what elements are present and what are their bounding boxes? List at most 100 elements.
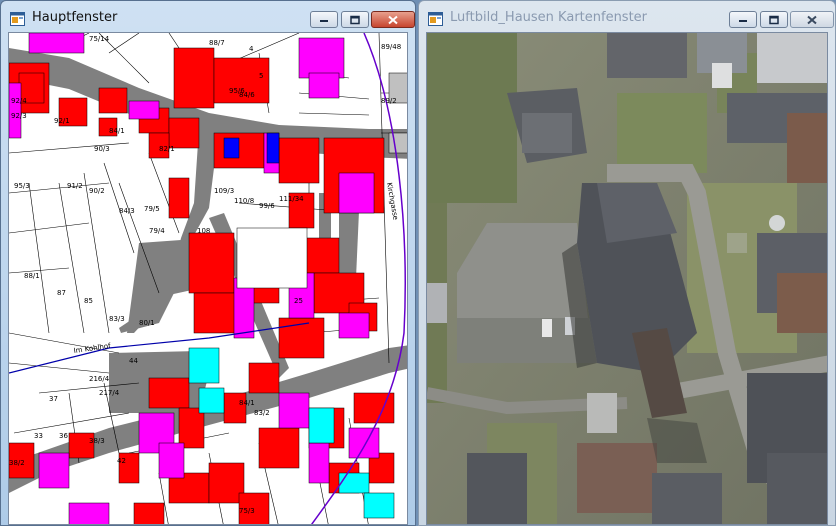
- building: [38, 452, 70, 489]
- close-button[interactable]: [371, 11, 415, 28]
- building: [148, 377, 190, 409]
- parcel-label: 83/3: [109, 315, 125, 323]
- garden: [727, 233, 747, 253]
- parcel-label: 90/3: [94, 145, 110, 153]
- building: [98, 87, 128, 114]
- close-icon: [807, 15, 817, 24]
- close-button[interactable]: [790, 11, 834, 28]
- round-feature: [769, 215, 785, 231]
- parcel-label: 99/6: [259, 202, 275, 210]
- aerial-photo-view[interactable]: [426, 32, 828, 525]
- building-gray: [388, 132, 407, 154]
- parcel-label: 88/7: [209, 39, 225, 47]
- parcel-label: 4: [249, 45, 254, 53]
- street-label: Im Kohlhof: [73, 342, 111, 355]
- street-label: Kirchgasse: [385, 182, 399, 221]
- parcel-label: 5: [259, 72, 263, 80]
- building-cyan: [198, 387, 225, 414]
- building: [133, 502, 165, 524]
- cadastral-map-view[interactable]: 75/14 88/7 89/48 89/2 92/4 92/3 92/1 95/6 84/6 84…: [8, 32, 408, 525]
- building: [338, 312, 370, 339]
- parcel-label: 91/2: [67, 182, 83, 190]
- building: [28, 33, 85, 54]
- window-title: Luftbild_Hausen Kartenfenster: [450, 10, 648, 25]
- building-cyan: [188, 347, 220, 384]
- building: [168, 117, 200, 149]
- parcel-label: 33: [34, 432, 43, 440]
- parcel-label: 84/1: [109, 127, 125, 135]
- building: [158, 442, 185, 479]
- minimize-icon: [739, 19, 747, 22]
- window-title: Hauptfenster: [32, 10, 118, 25]
- parcel-label: 92/4: [11, 97, 27, 105]
- maximize-icon: [350, 15, 360, 24]
- building: [223, 392, 247, 424]
- parcel-label: 85: [84, 297, 93, 305]
- minimize-button[interactable]: [310, 11, 338, 28]
- aerial-window-titlebar[interactable]: Luftbild_Hausen Kartenfenster: [419, 1, 835, 33]
- building: [188, 232, 235, 294]
- minimize-icon: [320, 19, 328, 22]
- main-window[interactable]: Hauptfenster 75/14 88/7 89/48 89/2 92/4 …: [0, 0, 416, 526]
- parcel-label: 89/48: [381, 43, 401, 51]
- building: [168, 177, 190, 219]
- parcel-label: 216/4: [89, 375, 110, 383]
- building: [308, 72, 340, 99]
- maximize-button[interactable]: [760, 11, 788, 28]
- app-window-icon: [10, 11, 25, 26]
- parcel-label: 44: [129, 357, 138, 365]
- parcel-label: 37: [49, 395, 58, 403]
- parcel-label: 111/34: [279, 195, 304, 203]
- app-window-icon: [428, 11, 443, 26]
- main-window-titlebar[interactable]: Hauptfenster: [1, 1, 415, 33]
- parcel-label: 82/1: [159, 145, 175, 153]
- parcel-label: 92/3: [11, 112, 27, 120]
- maximize-icon: [769, 15, 779, 24]
- building: [68, 502, 110, 524]
- parcel-label: 84/6: [239, 91, 255, 99]
- building: [178, 407, 205, 449]
- parcel-label: 79/5: [144, 205, 160, 213]
- parcel-label: 75/3: [239, 507, 255, 515]
- close-icon: [388, 15, 398, 24]
- parcel-label: 88/1: [24, 272, 40, 280]
- parcel-label: 75/14: [89, 35, 110, 43]
- building: [348, 427, 380, 459]
- parcel-label: 87: [57, 289, 66, 297]
- building: [338, 172, 375, 214]
- aerial-window[interactable]: Luftbild_Hausen Kartenfenster: [418, 0, 836, 526]
- parcel-label: 83/2: [254, 409, 270, 417]
- parcel-label: 92/1: [54, 117, 70, 125]
- building-cyan: [308, 407, 335, 444]
- building: [278, 137, 320, 184]
- building: [298, 37, 345, 79]
- parked-car: [542, 319, 552, 337]
- minimize-button[interactable]: [729, 11, 757, 28]
- building-blue: [266, 132, 280, 164]
- parcel-label: 84/3: [119, 207, 135, 215]
- parcel-label: 217/4: [99, 389, 120, 397]
- building-cyan: [363, 492, 395, 519]
- parcel-label: 110/8: [234, 197, 254, 205]
- aerial-photo[interactable]: [427, 33, 828, 525]
- parcel-label: 25: [294, 297, 303, 305]
- parcel-label: 80/1: [139, 319, 155, 327]
- parcel-label: 89/2: [381, 97, 397, 105]
- parcel-label: 36: [59, 432, 68, 440]
- parcel-label: 109/3: [214, 187, 234, 195]
- parcel-label: 84/1: [239, 399, 255, 407]
- bright-roof: [712, 63, 732, 88]
- building-cyan: [338, 472, 370, 494]
- building: [193, 292, 240, 334]
- parcel-label: 90/2: [89, 187, 105, 195]
- parcel-label: 95/3: [14, 182, 30, 190]
- cadastral-map[interactable]: 75/14 88/7 89/4889/292/492/392/195/684/684…: [9, 33, 408, 525]
- parcel-label: 42: [117, 457, 126, 465]
- building: [308, 442, 330, 484]
- courtyard: [236, 227, 308, 289]
- building: [128, 100, 160, 120]
- building-blue: [223, 137, 240, 159]
- building: [248, 362, 280, 394]
- maximize-button[interactable]: [341, 11, 369, 28]
- building: [173, 47, 215, 109]
